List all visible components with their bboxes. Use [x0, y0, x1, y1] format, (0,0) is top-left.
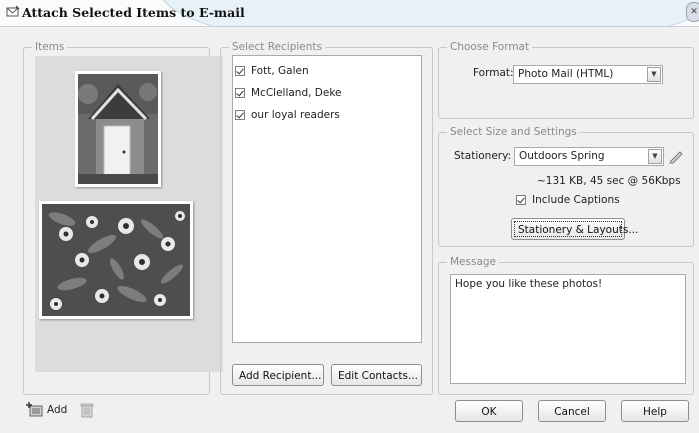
stationery-layouts-button[interactable]: Stationery & Layouts... [511, 218, 638, 240]
dialog-title: Attach Selected Items to E-mail [22, 5, 245, 20]
items-group: Items [23, 40, 223, 395]
recipients-group: Select Recipients Fott, Galen McClelland… [220, 40, 433, 395]
choose-format-group: Choose Format Format: Photo Mail (HTML) … [438, 40, 694, 119]
trash-icon[interactable] [80, 402, 94, 418]
pencil-edit-icon[interactable] [668, 148, 684, 164]
help-button[interactable]: Help [621, 400, 689, 422]
include-captions-label: Include Captions [532, 194, 620, 206]
message-legend: Message [447, 255, 500, 269]
stationery-label: Stationery: [454, 150, 512, 162]
size-settings-legend: Select Size and Settings [447, 125, 580, 139]
door-photo-image [78, 74, 158, 184]
recipient-name: McClelland, Deke [251, 87, 342, 99]
format-select[interactable]: Photo Mail (HTML) ▼ [513, 65, 663, 84]
stationery-select[interactable]: Outdoors Spring ▼ [514, 147, 664, 166]
choose-format-legend: Choose Format [447, 40, 533, 54]
recipient-item[interactable]: our loyal readers [235, 105, 340, 125]
close-icon[interactable]: ✕ [686, 2, 699, 22]
email-attach-icon [6, 5, 20, 17]
email-attach-dialog: Attach Selected Items to E-mail ✕ Items [0, 0, 699, 433]
stationery-value: Outdoors Spring [519, 150, 605, 162]
include-captions-option[interactable]: Include Captions [516, 194, 620, 206]
add-recipient-button[interactable]: Add Recipient... [232, 364, 324, 386]
size-info: ~131 KB, 45 sec @ 56Kbps [537, 175, 681, 187]
format-label: Format: [473, 67, 514, 79]
recipient-name: Fott, Galen [251, 65, 309, 77]
recipient-list[interactable]: Fott, Galen McClelland, Deke our loyal r… [232, 55, 422, 343]
format-value: Photo Mail (HTML) [518, 68, 614, 80]
recipient-checkbox[interactable] [235, 88, 245, 98]
recipient-checkbox[interactable] [235, 66, 245, 76]
recipients-legend: Select Recipients [229, 40, 325, 54]
recipient-item[interactable]: Fott, Galen [235, 61, 309, 81]
title-bar: Attach Selected Items to E-mail ✕ [0, 0, 699, 27]
edit-contacts-button[interactable]: Edit Contacts... [331, 364, 422, 386]
photo-thumbnail-flowers[interactable] [39, 201, 193, 319]
add-photo-icon[interactable] [26, 402, 44, 418]
recipient-checkbox[interactable] [235, 110, 245, 120]
chevron-down-icon[interactable]: ▼ [647, 67, 661, 82]
cancel-button[interactable]: Cancel [538, 400, 606, 422]
items-thumbnail-panel [35, 56, 223, 372]
ok-button[interactable]: OK [455, 400, 523, 422]
size-settings-group: Select Size and Settings Stationery: Out… [438, 125, 694, 247]
items-legend: Items [32, 40, 68, 54]
photo-thumbnail-door[interactable] [75, 71, 161, 187]
message-group: Message Hope you like these photos! [438, 255, 694, 395]
include-captions-checkbox[interactable] [516, 195, 526, 205]
recipient-name: our loyal readers [251, 109, 340, 121]
message-textarea[interactable]: Hope you like these photos! [450, 274, 686, 384]
chevron-down-icon[interactable]: ▼ [648, 149, 662, 164]
recipient-item[interactable]: McClelland, Deke [235, 83, 342, 103]
flowers-photo-image [42, 204, 190, 316]
add-label: Add [47, 404, 68, 416]
add-items-control[interactable]: Add [26, 402, 67, 418]
